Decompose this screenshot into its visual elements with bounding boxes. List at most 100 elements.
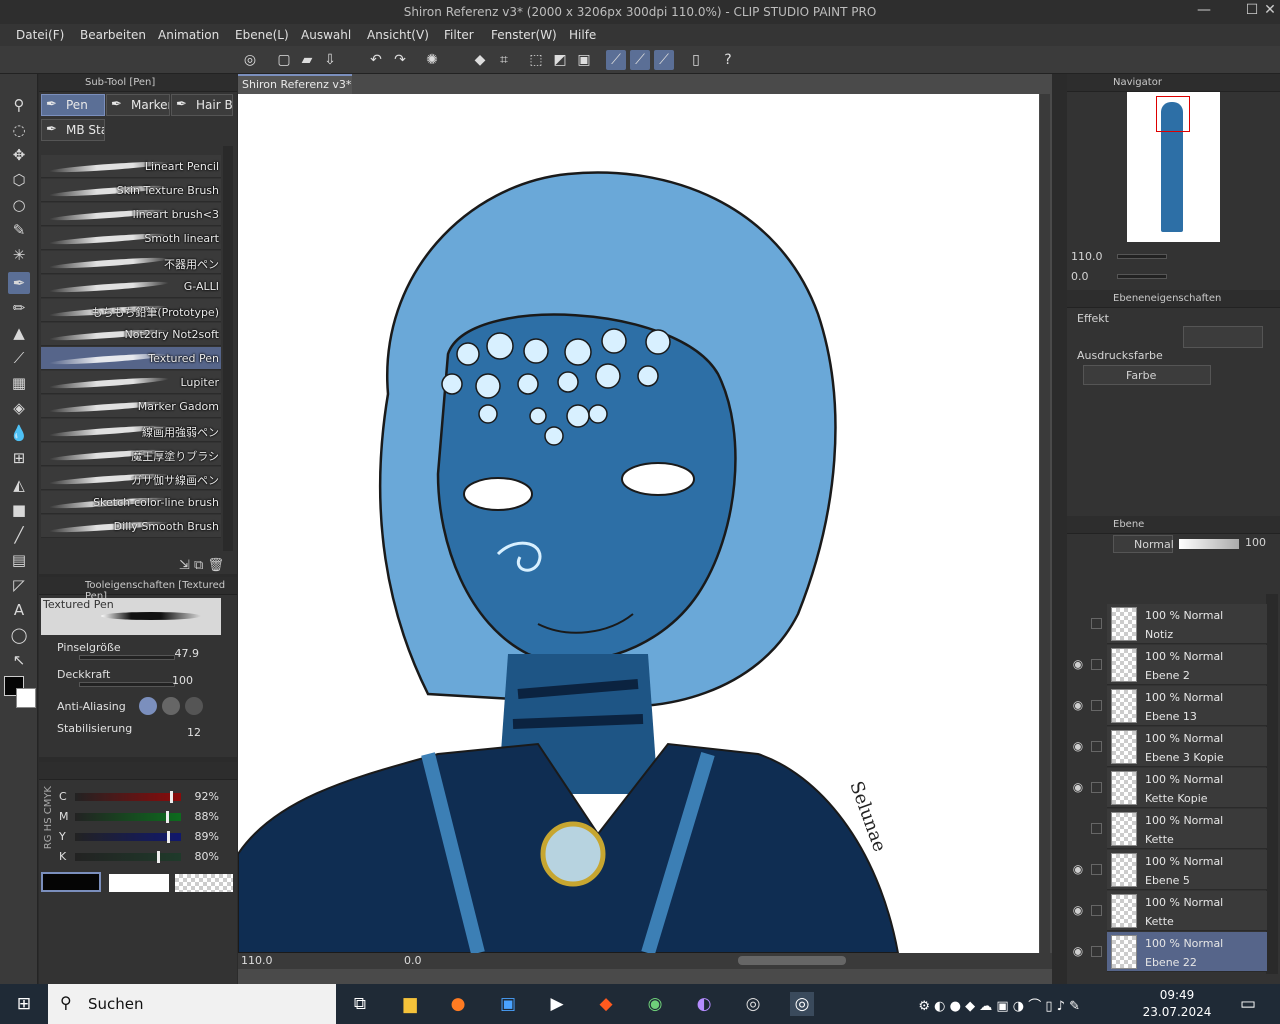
layer-visibility-icon[interactable]: ◉ xyxy=(1070,698,1086,714)
ruler-icon[interactable]: ◸ xyxy=(8,574,30,596)
magic-wand-icon[interactable]: ✳ xyxy=(8,244,30,266)
color-channel-knob[interactable] xyxy=(165,811,169,823)
invert-selection-icon[interactable]: ◩ xyxy=(550,50,570,70)
media-player-icon[interactable]: ▶ xyxy=(545,992,569,1016)
aa-strong-button[interactable] xyxy=(185,697,203,715)
layer-visibility-icon[interactable]: ◉ xyxy=(1070,903,1086,919)
help-icon[interactable]: ? xyxy=(718,50,738,70)
layer-row[interactable]: 100 % Normal Ebene 3 Kopie xyxy=(1107,727,1267,767)
color-channel-value[interactable]: 92% xyxy=(189,790,219,803)
color-channel-knob[interactable] xyxy=(166,831,170,843)
windows-start-icon[interactable]: ⊞ xyxy=(12,992,36,1016)
app2-icon[interactable]: ◐ xyxy=(692,992,716,1016)
balloon-icon[interactable]: ◯ xyxy=(8,624,30,646)
menu-file[interactable]: Datei(F) xyxy=(16,28,64,42)
lasso-icon[interactable]: ○ xyxy=(8,194,30,216)
aa-weak-button[interactable] xyxy=(139,697,157,715)
layer-row[interactable]: 100 % Normal Ebene 22 xyxy=(1107,932,1267,972)
layer-lock-checkbox[interactable] xyxy=(1091,782,1102,793)
brush-item[interactable]: Skin Texture Brush xyxy=(41,179,221,202)
canvas-vertical-scrollbar[interactable] xyxy=(1040,94,1050,953)
stabilization-value[interactable]: 12 xyxy=(159,726,201,739)
brush-item[interactable]: 魔王厚塗りブラシ xyxy=(41,443,221,466)
color-channel-slider[interactable] xyxy=(75,831,181,843)
layer-visibility-icon[interactable]: ◉ xyxy=(1070,780,1086,796)
firefox-icon[interactable]: ● xyxy=(446,992,470,1016)
brush-item[interactable]: Lupiter xyxy=(41,371,221,394)
layer-row[interactable]: 100 % Normal Ebene 2 xyxy=(1107,645,1267,685)
layer-move-icon[interactable]: ⬡ xyxy=(8,169,30,191)
decoration-icon[interactable]: ▦ xyxy=(8,372,30,394)
color-channel-value[interactable]: 80% xyxy=(189,850,219,863)
layer-opacity-slider[interactable] xyxy=(1179,539,1239,549)
clock-date[interactable]: 23.07.2024 xyxy=(1142,1005,1212,1019)
layer-lock-checkbox[interactable] xyxy=(1091,864,1102,875)
eyedropper-icon[interactable]: ✎ xyxy=(8,219,30,241)
brush-item[interactable]: G-ALLI xyxy=(41,275,221,298)
undo-icon[interactable]: ↶ xyxy=(366,50,386,70)
open-folder-icon[interactable]: ▰ xyxy=(297,50,317,70)
brush-item[interactable]: lineart brush<3 xyxy=(41,203,221,226)
rotate-view-icon[interactable]: ◌ xyxy=(8,119,30,141)
layer-lock-checkbox[interactable] xyxy=(1091,946,1102,957)
deselect-icon[interactable]: ⬚ xyxy=(526,50,546,70)
loading-icon[interactable]: ✺ xyxy=(422,50,442,70)
expression-color-select[interactable]: Farbe xyxy=(1083,365,1211,385)
navigator-zoom-slider[interactable] xyxy=(1117,254,1167,259)
menu-layer[interactable]: Ebene(L) xyxy=(235,28,289,42)
clip-studio-launcher-icon[interactable]: ◎ xyxy=(741,992,765,1016)
brush-item[interactable]: Dilly Smooth Brush xyxy=(41,515,221,538)
layer-lock-checkbox[interactable] xyxy=(1091,618,1102,629)
layer-row[interactable]: 100 % Normal Kette xyxy=(1107,809,1267,849)
redo-icon[interactable]: ↷ xyxy=(390,50,410,70)
pencil-icon[interactable]: ✏ xyxy=(8,297,30,319)
subtab-marker[interactable]: ✒ Marker xyxy=(106,94,170,116)
document-tab[interactable]: Shiron Referenz v3* ● xyxy=(238,74,352,104)
layer-row[interactable]: 100 % Normal Kette Kopie xyxy=(1107,768,1267,808)
subtab-hair-brush[interactable]: ✒Hair Br xyxy=(171,94,233,116)
move-icon[interactable]: ✥ xyxy=(8,144,30,166)
color-channel-slider[interactable] xyxy=(75,791,181,803)
menu-filter[interactable]: Filter xyxy=(444,28,474,42)
layer-visibility-icon[interactable] xyxy=(1070,616,1086,632)
layer-row[interactable]: 100 % Normal Ebene 5 xyxy=(1107,850,1267,890)
blend-mode-select[interactable]: Normal xyxy=(1113,535,1174,553)
navigator-view-rect[interactable] xyxy=(1156,96,1190,132)
store-icon[interactable]: ▣ xyxy=(496,992,520,1016)
brush-item[interactable]: Smoth lineart xyxy=(41,227,221,250)
transform-icon[interactable]: ⌗ xyxy=(494,50,514,70)
grid-snap-icon[interactable]: ⟋ xyxy=(654,50,674,70)
color-channel-knob[interactable] xyxy=(169,791,173,803)
gradient-icon[interactable]: ■ xyxy=(8,499,30,521)
navigator-zoom-value[interactable]: 110.0 xyxy=(1071,250,1103,263)
sub-color-swatch[interactable] xyxy=(16,688,36,708)
color-mode-tabs[interactable]: RG HS CMYK xyxy=(43,786,55,849)
menu-selection[interactable]: Auswahl xyxy=(301,28,351,42)
tray-icons[interactable]: ⚙ ◐ ● ◆ ☁ ▣ ◑ ⌒ ▯ ♪ ✎ xyxy=(918,995,1080,1014)
color-channel-value[interactable]: 89% xyxy=(189,830,219,843)
sub-color-chip[interactable] xyxy=(109,874,169,892)
brush-item[interactable]: ガサ伽サ線画ペン xyxy=(41,467,221,490)
brush-item[interactable]: Sketch-color-line brush xyxy=(41,491,221,514)
menu-window[interactable]: Fenster(W) xyxy=(491,28,557,42)
task-view-icon[interactable]: ⧉ xyxy=(348,992,372,1016)
taskbar-search[interactable]: ⚲ Suchen xyxy=(48,984,336,1024)
canvas-paper[interactable]: Selunae xyxy=(238,94,1039,953)
color-channel-slider[interactable] xyxy=(75,811,181,823)
duplicate-subtool-icon[interactable]: ⇲ ⧉ 🗑 xyxy=(179,558,224,573)
special-ruler-snap-icon[interactable]: ⟋ xyxy=(630,50,650,70)
menu-view[interactable]: Ansicht(V) xyxy=(367,28,429,42)
clip-studio-icon[interactable]: ◎ xyxy=(240,50,260,70)
brush-item[interactable]: Lineart Pencil xyxy=(41,155,221,178)
layer-visibility-icon[interactable]: ◉ xyxy=(1070,944,1086,960)
brush-item[interactable]: 線画用強弱ペン xyxy=(41,419,221,442)
transparent-color-chip[interactable] xyxy=(175,874,233,892)
eraser-icon[interactable]: ◈ xyxy=(8,397,30,419)
new-file-icon[interactable]: ▢ xyxy=(274,50,294,70)
layer-visibility-icon[interactable] xyxy=(1070,821,1086,837)
brush-item[interactable]: Marker Gadom xyxy=(41,395,221,418)
subtab-pen[interactable]: ✒ Pen xyxy=(41,94,105,116)
app-icon[interactable]: ◉ xyxy=(643,992,667,1016)
subtab-mb-stamp[interactable]: ✒ MB Sta xyxy=(41,119,105,141)
navigator-preview[interactable] xyxy=(1127,92,1220,242)
